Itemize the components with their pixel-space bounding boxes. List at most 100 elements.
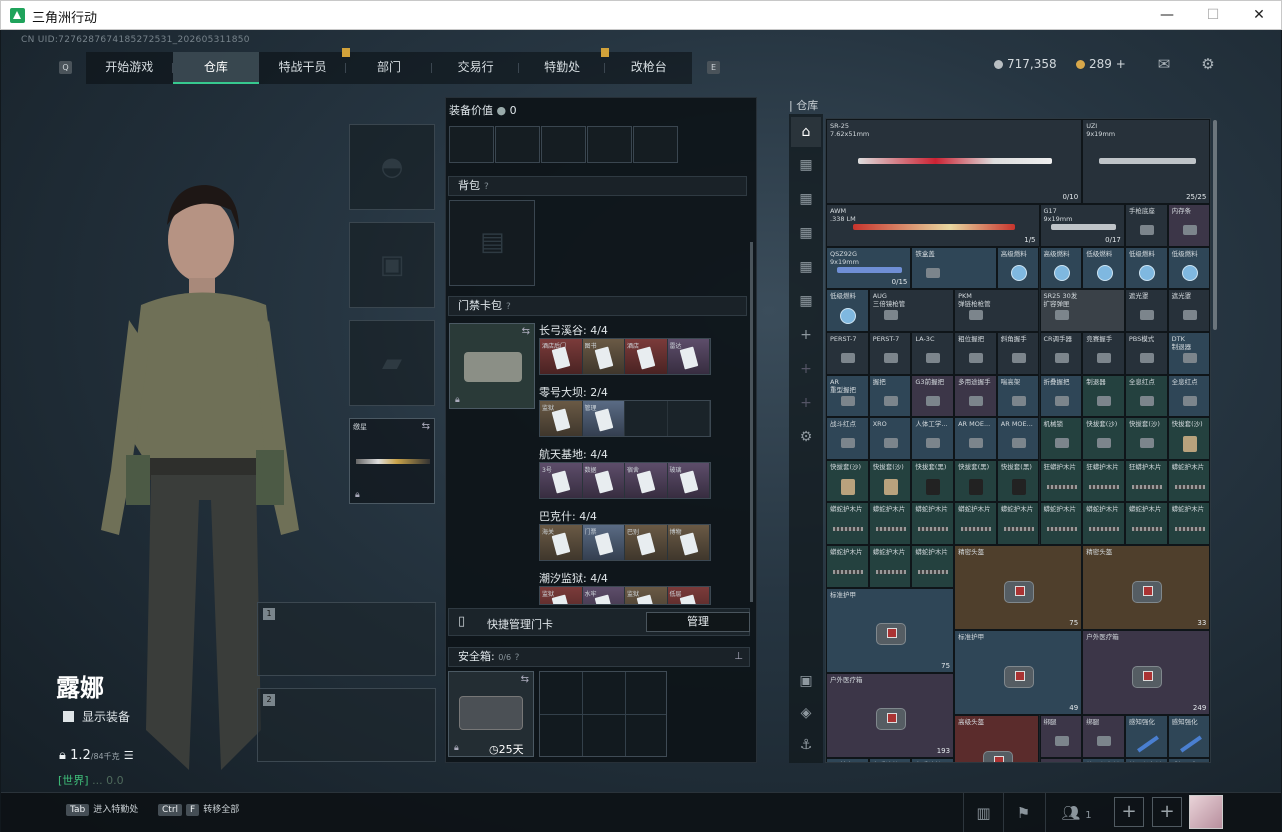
add-storage-icon[interactable]: +: [791, 388, 821, 418]
keycard[interactable]: 玻璃: [667, 463, 710, 498]
swap-icon[interactable]: ⇆: [521, 674, 529, 685]
helmet-slot[interactable]: ◓: [349, 124, 435, 210]
keycard[interactable]: 雷达: [667, 339, 710, 374]
stats-icon[interactable]: ▥: [963, 793, 1003, 832]
warehouse-item[interactable]: 斜角握手: [996, 332, 1040, 375]
warehouse-item[interactable]: 快拔套(沙): [1082, 417, 1125, 460]
warehouse-item[interactable]: 绑腿: [1082, 715, 1125, 758]
tab-2[interactable]: 特战干员: [259, 48, 350, 84]
warehouse-item[interactable]: 绑腿: [1039, 715, 1083, 758]
pistol-slot[interactable]: ▰: [349, 320, 435, 406]
warehouse-item[interactable]: 快拔套(沙): [868, 459, 912, 503]
help-icon[interactable]: ?: [484, 182, 489, 192]
warehouse-item[interactable]: 折叠握把: [1039, 374, 1083, 418]
invite-slot-button[interactable]: +: [1152, 797, 1182, 827]
show-gear-toggle[interactable]: 显示装备: [63, 708, 130, 725]
add-storage-icon[interactable]: +: [791, 354, 821, 384]
warehouse-item[interactable]: PERST-7: [868, 332, 912, 375]
warehouse-scrollbar[interactable]: [1213, 120, 1217, 330]
sort-settings-icon[interactable]: ⚙: [791, 422, 821, 452]
add-storage-icon[interactable]: +: [791, 320, 821, 350]
warehouse-item[interactable]: 低级燃料: [1082, 246, 1125, 290]
warehouse-item[interactable]: 全息红点: [1167, 374, 1210, 418]
warehouse-item[interactable]: CR调手器: [1039, 332, 1083, 375]
chest-slot[interactable]: [633, 126, 678, 163]
secondary-weapon-slot[interactable]: 2: [257, 688, 436, 762]
warehouse-item[interactable]: 高级燃料: [996, 246, 1040, 290]
keycard[interactable]: 数据: [582, 463, 625, 498]
list-icon[interactable]: ☰: [124, 749, 134, 762]
warehouse-item[interactable]: 握把: [868, 374, 912, 418]
warehouse-item[interactable]: 快拔套(黑): [911, 459, 955, 503]
keycard[interactable]: 监狱: [540, 401, 583, 436]
keycard[interactable]: 监狱: [625, 587, 668, 604]
warehouse-item[interactable]: AWM .338 LM 1/5: [826, 204, 1040, 247]
home-arch-icon[interactable]: ⌂: [791, 117, 821, 147]
keycard[interactable]: [625, 401, 668, 436]
warehouse-item[interactable]: 遮光罩: [1124, 289, 1168, 332]
warehouse-item[interactable]: 快拔套(黑): [996, 459, 1040, 503]
anchor-icon[interactable]: ⚓︎: [791, 730, 821, 760]
swap-icon[interactable]: ⇆: [522, 326, 530, 337]
warehouse-item[interactable]: 机械锁: [1039, 417, 1083, 460]
warehouse-item[interactable]: 蟒蛇护木片: [1124, 502, 1168, 545]
help-icon[interactable]: ?: [515, 653, 520, 663]
layers-icon[interactable]: ◈: [791, 698, 821, 728]
warehouse-item[interactable]: M2前方...: [826, 758, 869, 762]
chest-slot[interactable]: [449, 126, 494, 163]
primary-weapon-slot[interactable]: 1: [257, 602, 436, 676]
close-button[interactable]: ✕: [1236, 1, 1282, 30]
manage-button[interactable]: 管理: [646, 612, 750, 632]
nav-next-key[interactable]: E: [707, 61, 720, 74]
keycard[interactable]: 酒店: [625, 339, 668, 374]
tab-0[interactable]: 开始游戏: [86, 52, 173, 84]
warehouse-item[interactable]: QSZ92G 9x19mm 0/15: [826, 246, 912, 290]
warehouse-item[interactable]: 低级燃料: [1167, 246, 1210, 290]
warehouse-item[interactable]: 制退器: [1082, 374, 1125, 418]
warehouse-item[interactable]: 快拔套(沙): [1124, 417, 1168, 460]
tab-hint[interactable]: Tab 进入特勤处: [66, 802, 138, 816]
player-avatar[interactable]: [1189, 795, 1223, 829]
warehouse-item[interactable]: 内存条: [1167, 204, 1210, 247]
gold-currency[interactable]: 289 +: [1076, 57, 1126, 71]
warehouse-item[interactable]: 标准护甲 75: [826, 587, 955, 673]
tab-5[interactable]: 特勤处: [519, 48, 610, 84]
warehouse-item[interactable]: 感知强化: [1167, 758, 1210, 762]
warehouse-item[interactable]: 铁盒盖: [911, 246, 997, 290]
warehouse-item[interactable]: 低级燃料: [1124, 246, 1168, 290]
warehouse-item[interactable]: 喘高架: [996, 374, 1040, 418]
backpack-slot[interactable]: ▤: [449, 200, 535, 286]
warehouse-item[interactable]: 快拔套(沙): [826, 459, 869, 503]
warehouse-item[interactable]: 狂蟒护木片: [1082, 459, 1125, 503]
storage-tab-icon[interactable]: ▦: [791, 286, 821, 316]
swap-icon[interactable]: ⇆: [422, 421, 430, 432]
keycard[interactable]: 监狱: [540, 587, 583, 604]
keycard[interactable]: 酒店后门: [540, 339, 583, 374]
keycard[interactable]: 图书: [582, 339, 625, 374]
warehouse-item[interactable]: LA-3C: [911, 332, 955, 375]
chest-slot[interactable]: [541, 126, 586, 163]
warehouse-item[interactable]: 全息红点: [1124, 374, 1168, 418]
warehouse-item[interactable]: AUG 三倍镜枪管: [868, 289, 955, 332]
warehouse-item[interactable]: 户外医疗箱 193: [826, 672, 955, 758]
invite-slot-button[interactable]: +: [1114, 797, 1144, 827]
warehouse-item[interactable]: AR MOE...: [996, 417, 1040, 460]
keycard[interactable]: 门票: [582, 525, 625, 560]
safebox-grid[interactable]: [539, 671, 667, 757]
keycard[interactable]: 博物: [667, 525, 710, 560]
warehouse-item[interactable]: 蟒蛇护木片: [996, 502, 1040, 545]
storage-tab-icon[interactable]: ▦: [791, 218, 821, 248]
warehouse-item[interactable]: 蟒蛇护木片: [1039, 502, 1083, 545]
settings-gear-icon[interactable]: ⚙: [1197, 55, 1219, 73]
warehouse-item[interactable]: G17 9x19mm 0/17: [1039, 204, 1125, 247]
warehouse-item[interactable]: 蟒蛇护木片: [1082, 502, 1125, 545]
storage-tab-icon[interactable]: ▦: [791, 252, 821, 282]
warehouse-item[interactable]: 户外医疗箱 249: [1082, 630, 1210, 716]
warehouse-item[interactable]: PERST-7: [826, 332, 869, 375]
warehouse-item[interactable]: 高级头盔84: [954, 715, 1040, 762]
minimize-button[interactable]: —: [1144, 1, 1190, 30]
warehouse-item[interactable]: PKM 弹链枪枪管: [954, 289, 1040, 332]
nav-prev-key[interactable]: Q: [59, 61, 72, 74]
warehouse-item[interactable]: 低级燃料: [826, 289, 869, 332]
warehouse-item[interactable]: 蟒蛇护木片: [954, 502, 997, 545]
